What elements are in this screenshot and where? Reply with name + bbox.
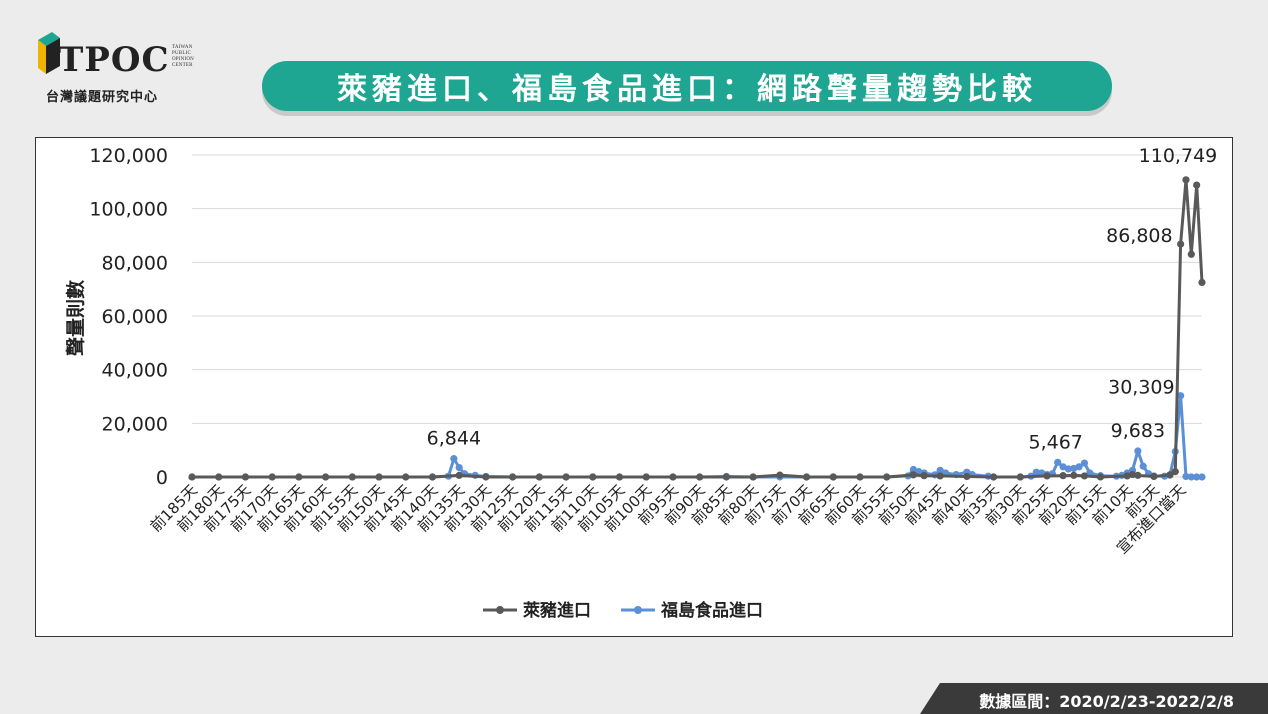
data-point [749,473,757,481]
data-range-note: 數據區間：2020/2/23-2022/2/8 [979,692,1234,711]
data-point [1134,447,1142,455]
y-tick-label: 80,000 [102,252,168,274]
data-label: 6,844 [427,428,481,450]
data-label: 5,467 [1029,431,1083,453]
data-point [829,473,837,481]
data-point [241,473,250,481]
data-point [295,473,303,481]
data-point [909,471,918,479]
data-point [1198,278,1206,287]
data-point [268,473,276,481]
data-point [1182,176,1190,184]
data-point [1193,181,1201,189]
data-point [883,473,891,481]
data-point [482,473,490,481]
data-point [642,473,650,481]
data-point [321,473,330,481]
data-point [1171,468,1179,476]
data-point [1080,459,1089,467]
data-point [375,473,383,481]
data-point [1096,473,1105,481]
data-point [989,473,998,481]
y-axis-label: 聲量則數 [64,280,87,356]
data-point [696,473,704,481]
y-tick-label: 20,000 [102,413,168,435]
y-tick-label: 100,000 [89,199,168,221]
data-point [348,473,356,481]
x-axis-ticks: 前185天前180天前175天前170天前165天前160天前155天前150天… [147,481,1190,557]
legend: 萊豬進口 福島食品進口 [483,600,763,621]
data-point [562,473,570,481]
data-point [1150,472,1158,481]
data-point [1059,472,1067,480]
data-point [188,473,196,481]
data-point [1043,472,1051,480]
data-point [936,472,944,480]
data-point [402,473,410,481]
legend-swatch-marker [634,606,642,614]
chart-frame: 120,000 100,000 80,000 60,000 40,000 20,000 0 … [35,137,1233,637]
data-point [455,464,463,472]
data-point [1080,472,1089,480]
data-point [963,472,971,481]
data-point [1070,471,1078,479]
data-point [450,455,458,463]
data-labels: 6,844 5,467 9,683 30,309 86,808 110,749 [427,145,1218,454]
data-point [589,473,597,481]
data-label: 9,683 [1111,420,1165,442]
data-point [509,473,517,481]
y-tick-label: 0 [156,467,168,489]
data-point [802,473,811,481]
data-label: 110,749 [1139,145,1218,167]
data-point [428,473,437,481]
line-chart: 120,000100,00080,00060,00040,00020,0000 … [64,145,1218,621]
data-label: 30,309 [1108,377,1174,399]
legend-swatch-marker [496,606,504,614]
data-point [776,471,784,479]
data-point [1139,462,1147,470]
data-point [615,473,624,481]
data-label: 86,808 [1106,225,1172,247]
y-tick-label: 60,000 [102,306,168,328]
data-point [1198,473,1206,481]
grid-lines [192,154,1202,478]
data-point [1177,240,1185,248]
page-title: 萊豬進口、福島食品進口：網路聲量趨勢比較 [337,72,1037,107]
logo-wordmark: TPOC [58,40,170,80]
data-point [455,471,463,479]
data-point [856,473,864,481]
legend-label: 萊豬進口 [523,600,591,621]
data-point [1016,473,1024,481]
logo-side-text: TAIWAN PUBLIC OPINION CENTER [172,45,194,68]
data-point [1187,250,1195,258]
legend-label: 福島食品進口 [660,600,763,621]
data-point [1134,471,1142,479]
y-axis-ticks: 120,000 100,000 80,000 60,000 40,000 20,000 0 [89,145,168,489]
data-point [215,473,223,481]
data-point [722,473,730,481]
y-tick-label: 40,000 [102,360,168,382]
y-tick-label: 120,000 [89,145,168,167]
title-banner: 萊豬進口、福島食品進口：網路聲量趨勢比較 [262,61,1112,111]
data-point [535,473,543,481]
data-point [669,473,677,481]
data-point [920,472,928,480]
logo-subtitle: 台灣議題研究中心 [46,90,159,105]
